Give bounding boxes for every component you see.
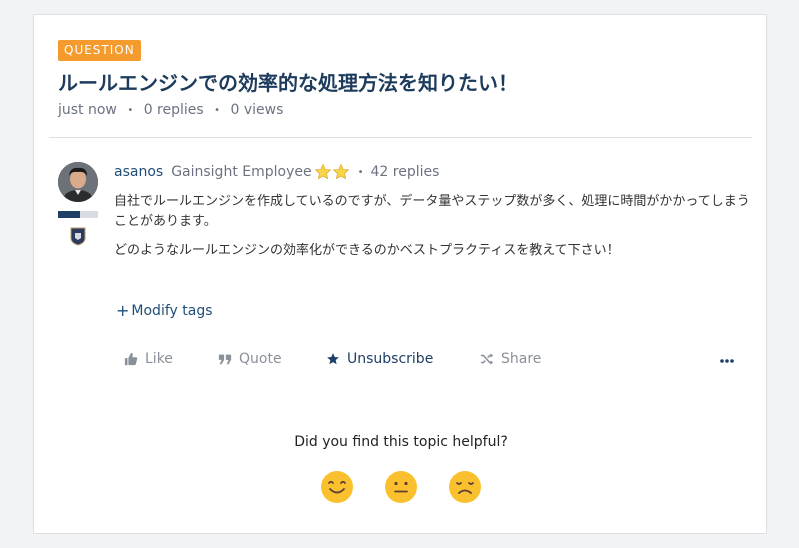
rank-badge-icon <box>70 227 86 246</box>
unsubscribe-label: Unsubscribe <box>347 351 434 367</box>
separator-dot: • <box>127 104 134 116</box>
separator-dot: • <box>214 104 221 116</box>
like-label: Like <box>145 351 173 367</box>
modify-tags-link[interactable]: + Modify tags <box>116 301 213 320</box>
avatar[interactable] <box>58 162 98 202</box>
rank-progress-fill <box>58 211 80 218</box>
share-label: Share <box>501 351 542 367</box>
helpful-question: Did you find this topic helpful? <box>294 434 508 450</box>
divider <box>49 137 752 138</box>
topic-card: QUESTION ルールエンジンでの効率的な処理方法を知りたい！ just no… <box>33 14 767 534</box>
plus-icon: + <box>116 301 130 320</box>
post-paragraph: どのようなルールエンジンの効率化ができるのかベストプラクティスを教えて下さい！ <box>114 243 620 258</box>
more-options-button[interactable] <box>720 351 734 371</box>
quote-button[interactable]: Quote <box>218 351 282 367</box>
question-badge: QUESTION <box>58 40 141 61</box>
post-paragraph: 自社でルールエンジンを作成しているのですが、データ量やステップ数が多く、処理に時… <box>114 194 750 229</box>
topic-replies: 0 replies <box>143 102 204 118</box>
modify-tags-label: Modify tags <box>131 302 213 319</box>
author-role: Gainsight Employee <box>171 164 312 180</box>
avatar-image <box>58 162 98 202</box>
star-icon <box>314 163 332 180</box>
author-line: asanos Gainsight Employee • 42 replies <box>114 163 439 181</box>
thumbs-up-icon <box>124 352 138 366</box>
ellipsis-icon <box>720 359 734 363</box>
share-button[interactable]: Share <box>480 351 541 367</box>
topic-time: just now <box>58 102 117 118</box>
unsubscribe-button[interactable]: Unsubscribe <box>326 351 433 367</box>
topic-views: 0 views <box>230 102 284 118</box>
star-filled-icon <box>327 353 339 365</box>
separator-dot: • <box>357 166 364 178</box>
sad-face-icon[interactable] <box>448 470 482 504</box>
shuffle-share-icon <box>480 353 494 365</box>
quote-icon <box>218 354 232 365</box>
topic-meta: just now • 0 replies • 0 views <box>58 102 283 118</box>
author-name[interactable]: asanos <box>114 164 163 180</box>
role-stars <box>314 163 350 181</box>
neutral-face-icon[interactable] <box>384 470 418 504</box>
topic-title: ルールエンジンでの効率的な処理方法を知りたい！ <box>58 71 518 95</box>
star-icon <box>332 163 350 180</box>
rank-progress-bar <box>58 211 98 218</box>
happy-face-icon[interactable] <box>320 470 354 504</box>
author-reply-count: 42 replies <box>370 164 440 180</box>
like-button[interactable]: Like <box>124 351 173 367</box>
quote-label: Quote <box>239 351 282 367</box>
